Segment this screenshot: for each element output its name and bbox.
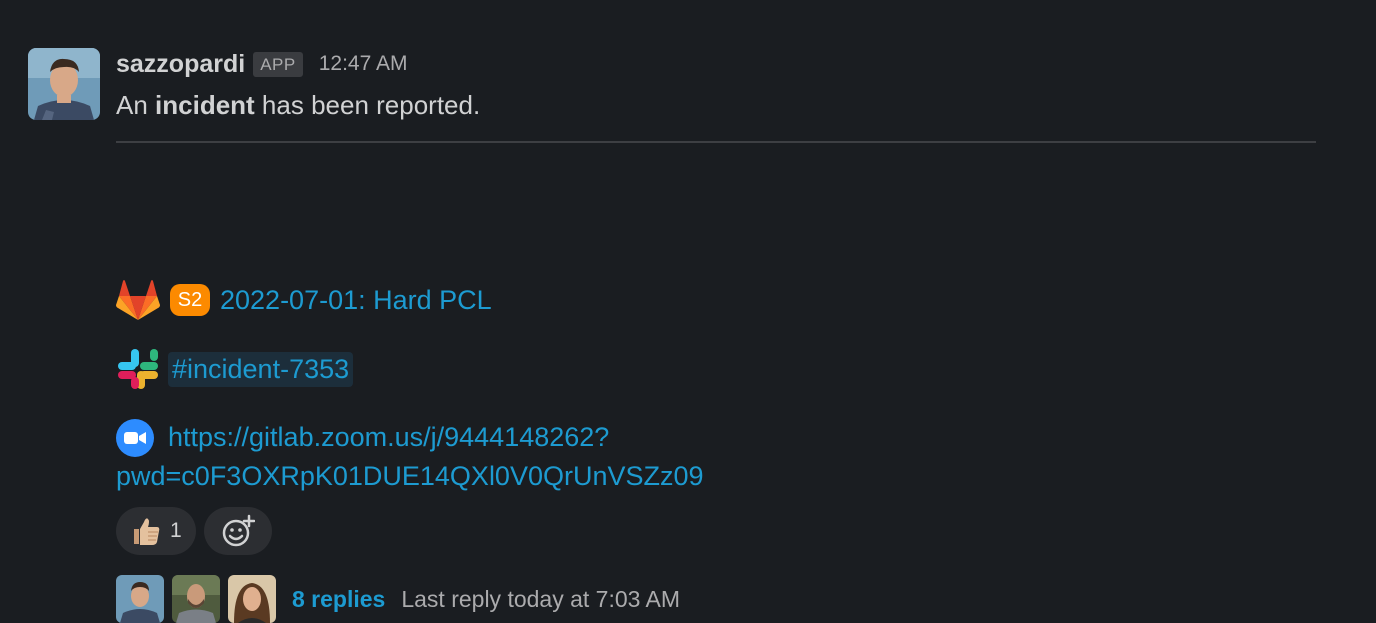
message-text-suffix: has been reported. xyxy=(254,90,481,120)
message-text: An incident has been reported. xyxy=(116,87,1316,123)
incident-row: S2 2022-07-01: Hard PCL xyxy=(116,277,492,323)
sender-name[interactable]: sazzopardi xyxy=(116,50,245,79)
replies-link[interactable]: 8 replies xyxy=(292,586,385,613)
add-emoji-icon xyxy=(221,514,255,548)
reply-avatar-1 xyxy=(116,575,164,623)
divider xyxy=(116,141,1316,143)
reply-avatar-2 xyxy=(172,575,220,623)
channel-link-chip[interactable]: #incident-7353 xyxy=(168,351,354,387)
sender-avatar[interactable] xyxy=(28,48,100,120)
reactions-bar: 1 xyxy=(116,507,272,555)
severity-badge: S2 xyxy=(170,284,210,316)
zoom-link-line2[interactable]: pwd=c0F3OXRpK01DUE14QXl0V0QrUnVSZz09 xyxy=(116,461,704,491)
add-reaction-button[interactable] xyxy=(203,507,272,555)
zoom-row: https://gitlab.zoom.us/j/9444148262? pwd… xyxy=(116,415,704,491)
message-header: sazzopardi APP 12:47 AM xyxy=(116,44,1316,84)
reply-avatar-3 xyxy=(228,575,276,623)
message-text-bold: incident xyxy=(155,90,255,120)
message-text-prefix: An xyxy=(116,90,156,120)
message: sazzopardi APP 12:47 AM An incident has … xyxy=(0,0,1376,623)
last-reply-time: Last reply today at 7:03 AM xyxy=(401,585,681,612)
reaction-count: 1 xyxy=(170,519,182,542)
slack-icon xyxy=(116,347,160,391)
message-timestamp[interactable]: 12:47 AM xyxy=(319,52,408,76)
channel-row: #incident-7353 xyxy=(116,347,354,391)
zoom-link-line1[interactable]: https://gitlab.zoom.us/j/9444148262? xyxy=(168,422,609,453)
channel-link[interactable]: #incident-7353 xyxy=(172,354,349,384)
app-badge: APP xyxy=(253,51,303,77)
zoom-icon xyxy=(116,419,154,457)
thread-summary: 8 replies Last reply today at 7:03 AM xyxy=(116,575,680,623)
incident-title-link[interactable]: 2022-07-01: Hard PCL xyxy=(220,285,492,316)
reaction-thumbs-up[interactable]: 1 xyxy=(116,507,196,555)
message-content: sazzopardi APP 12:47 AM An incident has … xyxy=(116,44,1316,623)
thumbs-up-icon xyxy=(130,515,162,547)
gitlab-icon xyxy=(116,279,160,321)
